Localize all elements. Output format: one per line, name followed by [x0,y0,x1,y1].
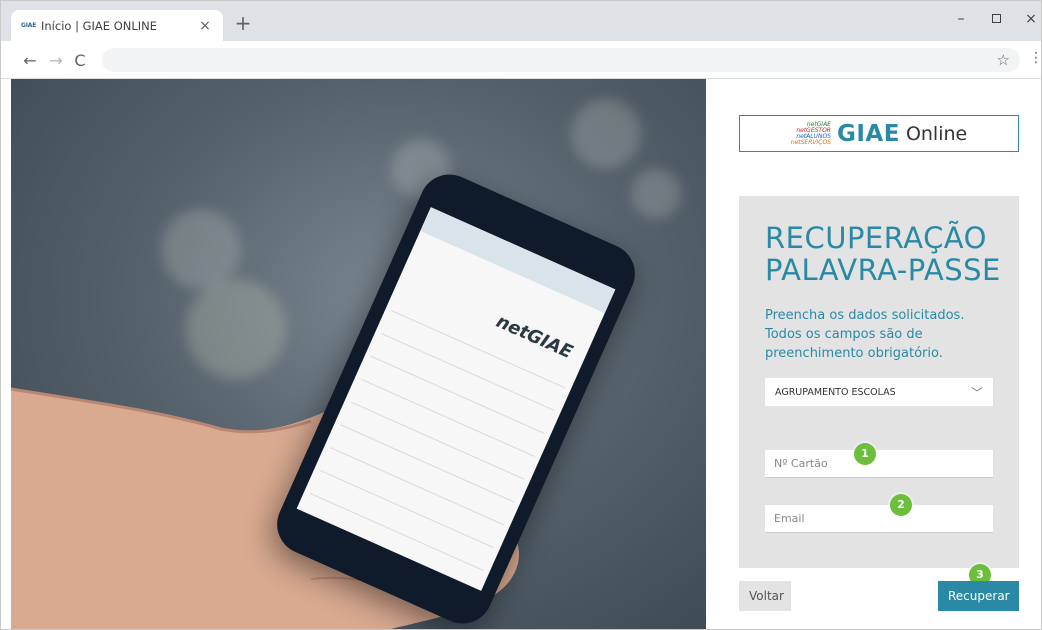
recovery-form: RECUPERAÇÃO PALAVRA-PASSE Preencha os da… [739,196,1019,568]
school-group-select[interactable]: AGRUPAMENTO ESCOLAS ﹀ [765,378,993,406]
netgiae-screen-logo: netGIAE [492,310,576,364]
step-badge-2: 2 [890,494,912,516]
logo-giae: GIAE [836,120,900,147]
form-description: Preencha os dados solicitados. Todos os … [765,308,965,361]
title-bar: GIAE Início | GIAE ONLINE × + – × [1,1,1041,41]
logo-online: Online [905,122,968,145]
back-arrow-icon[interactable]: ← [21,51,39,70]
back-button[interactable]: Voltar [739,581,791,611]
new-tab-icon[interactable]: + [233,13,253,33]
close-window-icon[interactable]: × [1021,11,1041,27]
close-tab-icon[interactable]: × [197,18,213,34]
browser-tab[interactable]: GIAE Início | GIAE ONLINE × [11,10,223,41]
browser-menu-icon[interactable]: ⋮ [1029,50,1042,66]
page-content: netGIAE netGIAE netGESTOR netALUNOS netS… [1,79,1041,629]
logo-product-list: netGIAE netGESTOR netALUNOS netSERVIÇOS [790,120,831,146]
select-value: AGRUPAMENTO ESCOLAS [775,386,896,398]
bookmark-star-icon[interactable]: ☆ [997,51,1010,69]
browser-window: GIAE Início | GIAE ONLINE × + – × ← → C … [0,0,1042,630]
recovery-panel: netGIAE netGESTOR netALUNOS netSERVIÇOS … [706,79,1041,629]
forward-arrow-icon[interactable]: → [47,51,65,70]
page-title: RECUPERAÇÃO PALAVRA-PASSE [765,221,1001,287]
giae-online-logo: netGIAE netGESTOR netALUNOS netSERVIÇOS … [739,115,1019,152]
reload-icon[interactable]: C [71,51,89,70]
step-badge-1: 1 [854,443,876,465]
hero-photo: netGIAE [11,79,706,629]
minimize-icon[interactable]: – [951,11,971,27]
chevron-down-icon: ﹀ [970,385,983,400]
recover-button[interactable]: Recuperar [938,581,1019,611]
card-number-input[interactable] [765,450,993,478]
email-input[interactable] [765,505,993,533]
maximize-icon[interactable] [986,11,1006,27]
browser-toolbar: ← → C ☆ ⋮ [1,41,1042,79]
tab-title: Início | GIAE ONLINE [41,18,158,33]
address-bar[interactable]: ☆ [102,48,1020,72]
giae-favicon-icon: GIAE [21,22,37,29]
